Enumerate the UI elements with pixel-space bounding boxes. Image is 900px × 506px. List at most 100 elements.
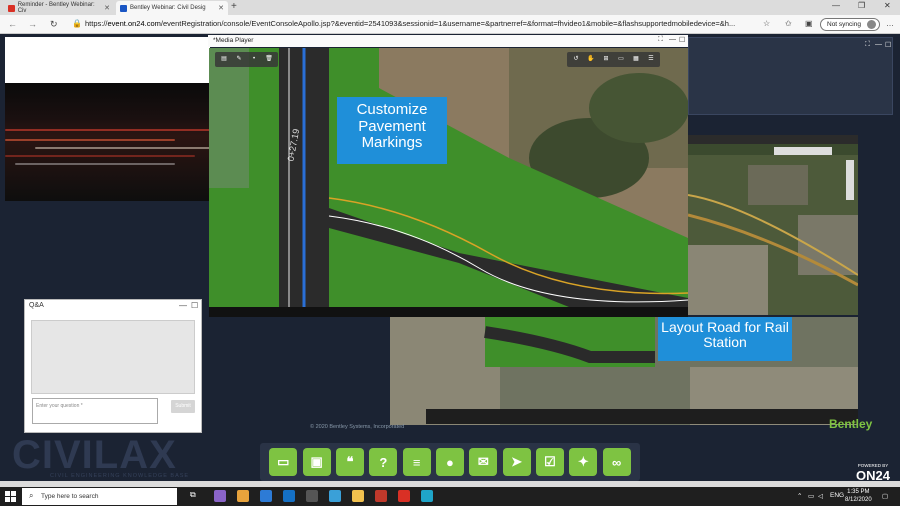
app-icon[interactable] bbox=[329, 490, 341, 502]
taskbar-search[interactable]: ⌕ Type here to search bbox=[22, 488, 177, 505]
civilax-watermark: CIVILAX bbox=[12, 433, 177, 477]
bentley-logo: Bentley bbox=[829, 417, 873, 431]
minimize-icon[interactable]: — bbox=[875, 41, 882, 48]
search-icon: ⌕ bbox=[29, 491, 34, 500]
task-view-icon[interactable]: ⧉ bbox=[190, 490, 202, 502]
more-icon[interactable]: … bbox=[886, 19, 894, 28]
help-icon[interactable]: ? bbox=[369, 448, 398, 476]
page-icon bbox=[120, 4, 127, 12]
browser-tab-bar: Reminder - Bentley Webinar: Civ ✕ Bentle… bbox=[0, 0, 900, 15]
engagement-toolbar: ▭ ▣ ❝ ? ≡ ● ✉ ➤ ☑ ✦ ∞ bbox=[260, 443, 640, 481]
sync-button[interactable]: Not syncing bbox=[820, 18, 880, 31]
favorites-bar-icon[interactable]: ✩ bbox=[785, 19, 792, 28]
media-icon[interactable]: ▣ bbox=[302, 448, 331, 476]
draw-icon[interactable]: ✎ bbox=[232, 54, 246, 65]
point-icon[interactable]: • bbox=[247, 54, 261, 65]
tab-reminder[interactable]: Reminder - Bentley Webinar: Civ ✕ bbox=[4, 1, 114, 15]
url-field[interactable]: https://event.on24.com/eventRegistration… bbox=[85, 19, 745, 28]
refresh-icon[interactable]: ↻ bbox=[50, 19, 58, 30]
delete-icon[interactable]: 🗑 bbox=[262, 54, 276, 65]
qa-panel: Q&A — ☐ Enter your question * Submit bbox=[24, 299, 202, 433]
store-icon[interactable] bbox=[237, 490, 249, 502]
url-host: event.on24.com bbox=[107, 19, 161, 28]
settings-icon[interactable]: ☰ bbox=[644, 54, 658, 65]
fit-icon[interactable]: ⊞ bbox=[599, 54, 613, 65]
chevron-up-icon[interactable]: ⌃ bbox=[797, 492, 802, 500]
calendar-icon[interactable] bbox=[260, 490, 272, 502]
banner-placeholder bbox=[5, 37, 210, 83]
slides-icon[interactable]: ▭ bbox=[269, 448, 298, 476]
sync-label: Not syncing bbox=[827, 21, 861, 28]
close-icon[interactable]: ✕ bbox=[218, 4, 224, 12]
gmail-icon bbox=[8, 4, 15, 12]
language-indicator[interactable]: ENG bbox=[830, 492, 844, 499]
app-icon[interactable] bbox=[398, 490, 410, 502]
edge-icon[interactable] bbox=[421, 490, 433, 502]
civilax-tagline: CIVIL ENGINEERING KNOWLEDGE BASE bbox=[50, 473, 190, 479]
twitter-icon[interactable]: ✦ bbox=[569, 448, 598, 476]
map-titlebar bbox=[688, 135, 858, 144]
close-window-icon[interactable]: ✕ bbox=[884, 1, 891, 10]
map-view-right bbox=[688, 135, 858, 315]
banner-image bbox=[5, 83, 210, 201]
favorite-icon[interactable]: ☆ bbox=[763, 19, 770, 28]
windows-start-icon[interactable] bbox=[5, 491, 16, 502]
submit-button[interactable]: Submit bbox=[171, 400, 195, 413]
media-player-title: *Media Player bbox=[208, 35, 688, 47]
speaker-icon[interactable]: ● bbox=[435, 448, 464, 476]
video-toolbar-right: ↺ ✋ ⊞ ▭ ▦ ☰ bbox=[567, 52, 660, 67]
fullscreen-icon[interactable]: ⛶ bbox=[865, 41, 870, 49]
copyright-text: © 2020 Bentley Systems, Incorporated bbox=[310, 424, 405, 430]
media-player-window: *Media Player ⛶ — ☐ 0+27.19 ▤ ✎ • 🗑 ↺ ✋ … bbox=[208, 35, 688, 437]
search-placeholder: Type here to search bbox=[41, 493, 99, 500]
survey-icon[interactable]: ☑ bbox=[535, 448, 564, 476]
file-icon[interactable]: ▤ bbox=[217, 54, 231, 65]
maximize-icon[interactable]: ☐ bbox=[679, 36, 685, 44]
minimize-icon[interactable]: — bbox=[832, 1, 840, 10]
notifications-icon[interactable]: ▢ bbox=[882, 492, 888, 500]
tab-title: Bentley Webinar: Civil Desig bbox=[130, 5, 206, 11]
app-icon[interactable] bbox=[306, 490, 318, 502]
video-toolbar-left: ▤ ✎ • 🗑 bbox=[215, 52, 278, 67]
slides-window: ⛶ — ☐ bbox=[688, 37, 893, 115]
qa-message-list bbox=[31, 320, 195, 394]
road-design-render bbox=[209, 48, 688, 307]
mail-icon[interactable] bbox=[283, 490, 295, 502]
collections-icon[interactable]: ▣ bbox=[805, 19, 813, 28]
chat-icon[interactable]: ❝ bbox=[335, 448, 364, 476]
url-prefix: https:// bbox=[85, 19, 108, 28]
file-explorer-icon[interactable] bbox=[352, 490, 364, 502]
minimize-icon[interactable]: — bbox=[179, 301, 187, 310]
qa-title: Q&A bbox=[29, 302, 44, 309]
taskbar-clock[interactable]: 1:35 PM 8/12/2020 bbox=[845, 488, 872, 504]
back-icon[interactable]: ← bbox=[8, 19, 17, 29]
close-icon[interactable]: ✕ bbox=[104, 4, 110, 12]
maximize-icon[interactable]: ☐ bbox=[191, 301, 198, 310]
pavement-markings-callout: Customize Pavement Markings bbox=[337, 97, 447, 164]
clock-date: 8/12/2020 bbox=[845, 497, 872, 503]
rotate-icon[interactable]: ↺ bbox=[569, 54, 583, 65]
forward-icon[interactable]: → bbox=[28, 19, 37, 29]
fullscreen-icon[interactable]: ⛶ bbox=[658, 36, 663, 44]
tab-webinar[interactable]: Bentley Webinar: Civil Desig ✕ bbox=[116, 1, 228, 15]
email-icon[interactable]: ✉ bbox=[469, 448, 498, 476]
network-icon[interactable]: ▭ bbox=[808, 492, 814, 500]
link-icon[interactable]: ∞ bbox=[602, 448, 631, 476]
minimize-icon[interactable]: — bbox=[669, 36, 676, 43]
address-bar: ← → ↻ 🔒 https://event.on24.com/eventRegi… bbox=[0, 15, 900, 34]
clock-time: 1:35 PM bbox=[847, 489, 870, 495]
maximize-icon[interactable]: ☐ bbox=[885, 41, 891, 49]
pan-icon[interactable]: ✋ bbox=[584, 54, 598, 65]
volume-icon[interactable]: ◁ bbox=[818, 492, 823, 500]
video-frame[interactable]: 0+27.19 ▤ ✎ • 🗑 ↺ ✋ ⊞ ▭ ▦ ☰ Customize Pa… bbox=[209, 48, 688, 307]
share-icon[interactable]: ➤ bbox=[502, 448, 531, 476]
new-tab-button[interactable]: + bbox=[231, 1, 237, 12]
on24-logo: POWERED BY ON24 bbox=[856, 463, 890, 483]
view-icon[interactable]: ▦ bbox=[629, 54, 643, 65]
window-icon[interactable]: ▭ bbox=[614, 54, 628, 65]
app-icon[interactable] bbox=[375, 490, 387, 502]
resources-icon[interactable]: ≡ bbox=[402, 448, 431, 476]
app-icon[interactable] bbox=[214, 490, 226, 502]
question-input[interactable]: Enter your question * bbox=[32, 398, 158, 424]
maximize-icon[interactable]: ❐ bbox=[858, 1, 865, 10]
